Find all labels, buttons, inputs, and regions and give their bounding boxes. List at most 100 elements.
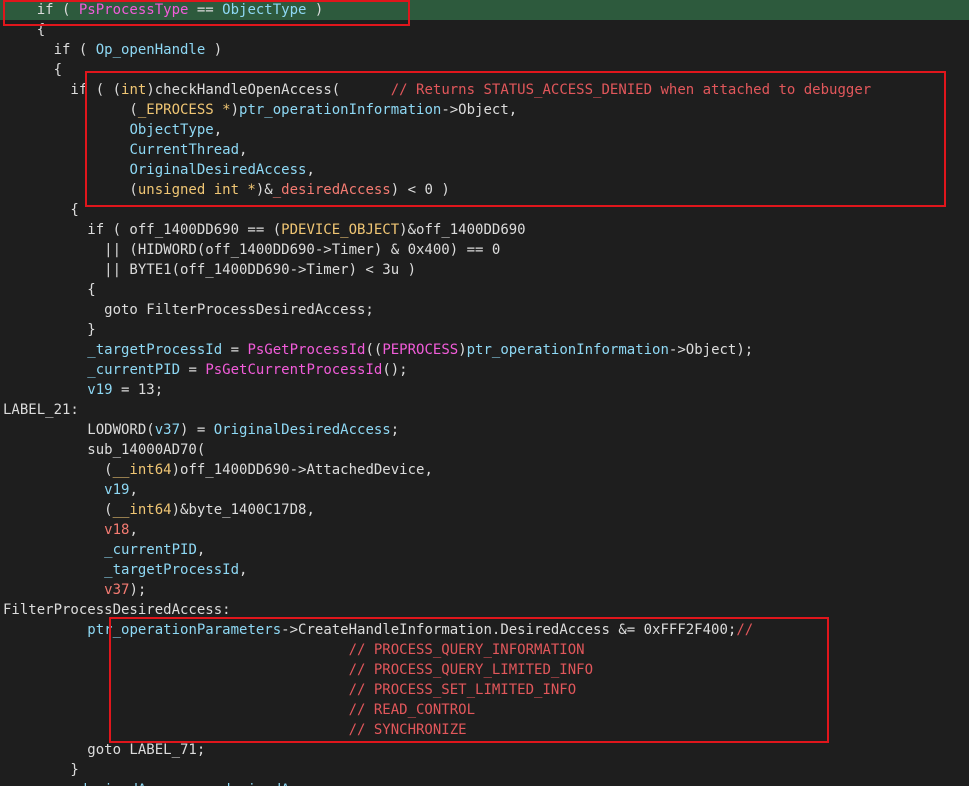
code-line[interactable]: _desiredAccess = _desiredA <box>3 780 871 786</box>
code-line[interactable]: OriginalDesiredAccess, <box>3 160 871 180</box>
identifier: ptr_operationInformation <box>239 102 442 118</box>
comment: // SYNCHRONIZE <box>348 722 467 738</box>
code-text: if ( off_1400DD690 == ( <box>3 222 282 238</box>
code-line[interactable]: goto FilterProcessDesiredAccess; <box>3 300 871 320</box>
comment: // PROCESS_QUERY_INFORMATION <box>348 642 585 658</box>
code-text: { <box>3 62 63 78</box>
code-line[interactable]: (_EPROCESS *)ptr_operationInformation->O… <box>3 100 871 120</box>
code-line[interactable]: v19, <box>3 480 871 500</box>
code-line[interactable]: sub_14000AD70( <box>3 440 871 460</box>
code-text: ) <box>458 342 467 358</box>
code-text: )&off_1400DD690 <box>399 222 526 238</box>
code-line[interactable]: { <box>3 280 871 300</box>
code-line[interactable]: || BYTE1(off_1400DD690->Timer) < 3u ) <box>3 260 871 280</box>
code-line[interactable]: // PROCESS_QUERY_INFORMATION <box>3 640 871 660</box>
api-import: PEPROCESS <box>382 342 459 358</box>
code-line[interactable]: (__int64)off_1400DD690->AttachedDevice, <box>3 460 871 480</box>
code-line[interactable]: CurrentThread, <box>3 140 871 160</box>
type-cast: int <box>121 82 147 98</box>
code-text: goto LABEL_71; <box>3 742 206 758</box>
code-text: = <box>180 362 206 378</box>
code-view[interactable]: if ( PsProcessType == ObjectType ) { if … <box>3 0 871 786</box>
identifier: _currentPID <box>87 362 181 378</box>
code-line[interactable]: { <box>3 60 871 80</box>
code-line[interactable]: // PROCESS_SET_LIMITED_INFO <box>3 680 871 700</box>
code-line[interactable]: _targetProcessId = PsGetProcessId((PEPRO… <box>3 340 871 360</box>
code-line[interactable]: } <box>3 320 871 340</box>
code-line[interactable]: _currentPID, <box>3 540 871 560</box>
code-line[interactable]: // SYNCHRONIZE <box>3 720 871 740</box>
code-line[interactable]: goto LABEL_71; <box>3 740 871 760</box>
code-line[interactable]: ptr_operationParameters->CreateHandleInf… <box>3 620 871 640</box>
variable: _desiredAccess <box>272 182 391 198</box>
code-line[interactable]: } <box>3 760 871 780</box>
identifier: _desiredAccess <box>70 782 188 786</box>
code-text: LODWORD( <box>3 422 155 438</box>
code-text: )checkHandleOpenAccess( <box>146 82 391 98</box>
code-line[interactable]: FilterProcessDesiredAccess: <box>3 600 871 620</box>
code-line[interactable]: if ( PsProcessType == ObjectType ) <box>3 0 871 20</box>
type-cast: __int64 <box>112 502 172 518</box>
code-line[interactable]: { <box>3 20 871 40</box>
identifier: = _desiredA <box>188 782 290 786</box>
code-line[interactable]: if ( (int)checkHandleOpenAccess( // Retu… <box>3 80 871 100</box>
code-line[interactable]: || (HIDWORD(off_1400DD690->Timer) & 0x40… <box>3 240 871 260</box>
code-text: , <box>213 122 223 138</box>
pseudocode-editor[interactable]: if ( PsProcessType == ObjectType ) { if … <box>0 0 969 786</box>
comment: // Returns STATUS_ACCESS_DENIED when att… <box>390 82 872 98</box>
code-line[interactable]: ObjectType, <box>3 120 871 140</box>
code-text: ( <box>3 502 113 518</box>
code-text: ->Object, <box>441 102 518 118</box>
variable: v37 <box>104 582 130 598</box>
code-text: { <box>3 202 79 218</box>
identifier: v19 <box>87 382 113 398</box>
code-text: , <box>196 542 206 558</box>
code-line[interactable]: LABEL_21: <box>3 400 871 420</box>
code-line[interactable]: // PROCESS_QUERY_LIMITED_INFO <box>3 660 871 680</box>
code-text: , <box>129 522 138 538</box>
code-line[interactable]: v37); <box>3 580 871 600</box>
code-text: FilterProcessDesiredAccess: <box>3 602 231 618</box>
code-line[interactable]: v19 = 13; <box>3 380 871 400</box>
comment: // PROCESS_QUERY_LIMITED_INFO <box>348 662 594 678</box>
code-text: { <box>3 282 96 298</box>
code-line[interactable]: _currentPID = PsGetCurrentProcessId(); <box>3 360 871 380</box>
identifier: Op_openHandle <box>95 42 206 58</box>
code-text: (); <box>382 362 408 378</box>
code-line[interactable]: if ( Op_openHandle ) <box>3 40 871 60</box>
code-text: ) <box>306 2 324 18</box>
code-text: } <box>3 322 96 338</box>
identifier: OriginalDesiredAccess <box>213 422 391 438</box>
code-line[interactable]: LODWORD(v37) = OriginalDesiredAccess; <box>3 420 871 440</box>
comment: // READ_CONTROL <box>348 702 476 718</box>
code-line[interactable]: // READ_CONTROL <box>3 700 871 720</box>
code-text: ) = <box>180 422 214 438</box>
code-line[interactable]: (__int64)&byte_1400C17D8, <box>3 500 871 520</box>
code-text: , <box>239 562 248 578</box>
code-line[interactable]: v18, <box>3 520 871 540</box>
code-text: if ( <box>3 42 96 58</box>
code-text: , <box>129 482 138 498</box>
comment: // PROCESS_SET_LIMITED_INFO <box>348 682 577 698</box>
code-text: || BYTE1(off_1400DD690->Timer) < 3u ) <box>3 262 417 278</box>
code-line[interactable]: _targetProcessId, <box>3 560 871 580</box>
code-text: == <box>188 2 223 18</box>
code-text: = 13; <box>112 382 164 398</box>
identifier: _targetProcessId <box>87 342 223 358</box>
code-line[interactable]: { <box>3 200 871 220</box>
code-line[interactable]: if ( off_1400DD690 == (PDEVICE_OBJECT)&o… <box>3 220 871 240</box>
code-text: ) < 0 ) <box>390 182 450 198</box>
code-line[interactable]: (unsigned int *)&_desiredAccess) < 0 ) <box>3 180 871 200</box>
type-cast: PDEVICE_OBJECT <box>281 222 400 238</box>
